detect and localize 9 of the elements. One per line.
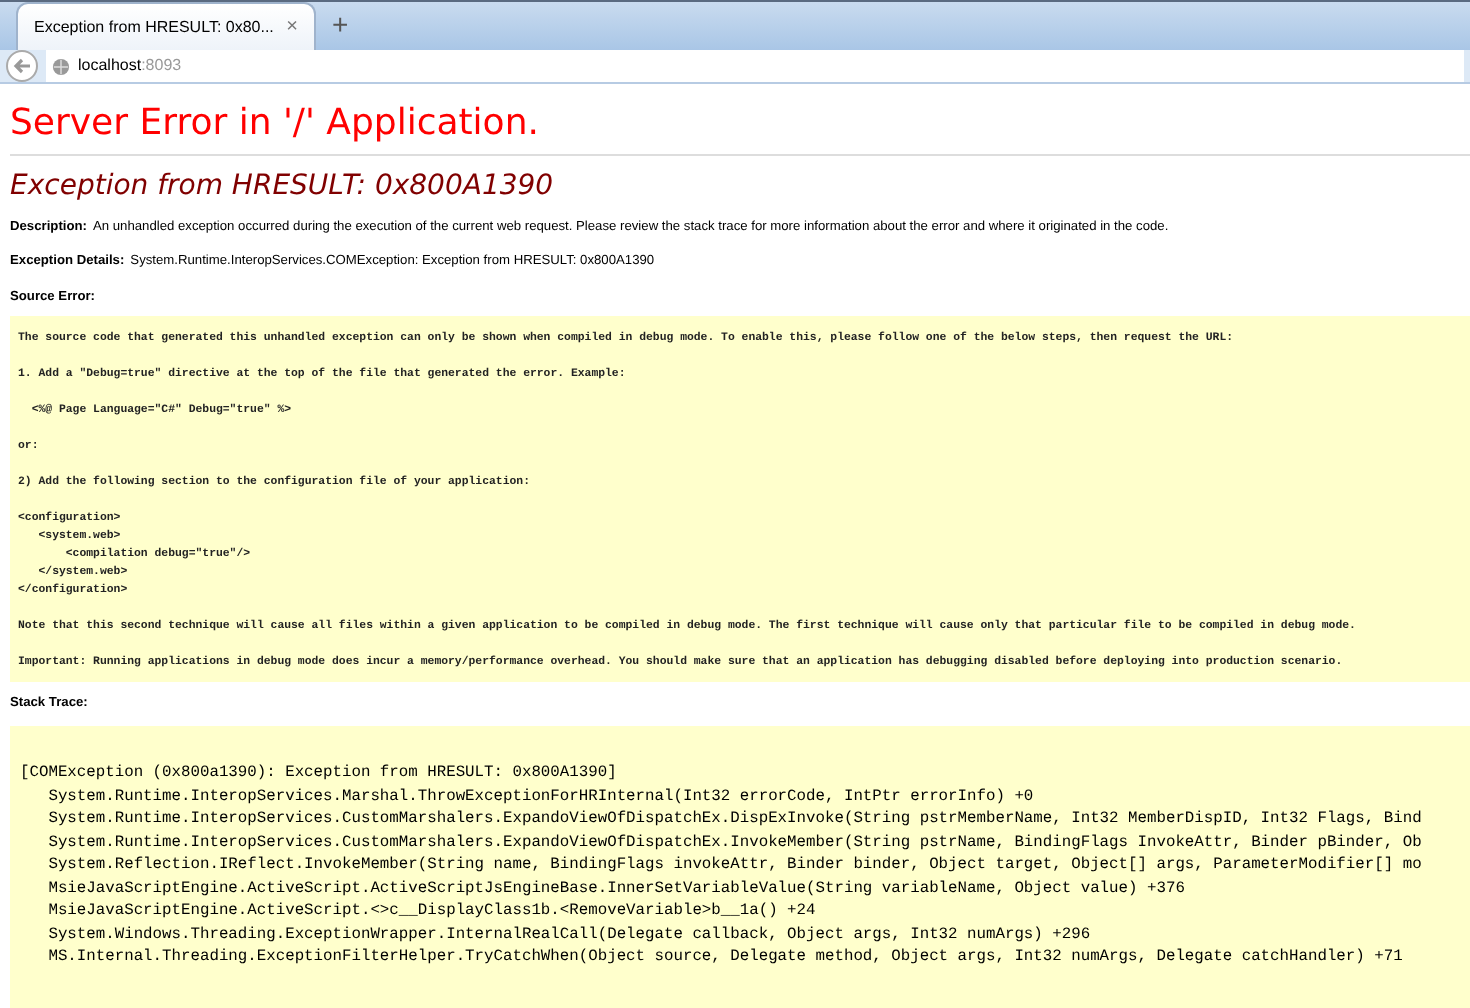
globe-icon — [52, 57, 70, 75]
new-tab-button[interactable]: + — [324, 10, 357, 38]
exception-heading: Exception from HRESULT: 0x800A1390 — [10, 170, 554, 204]
back-arrow-icon — [12, 56, 32, 76]
page-title: Server Error in '/' Application. — [10, 102, 539, 146]
url-field[interactable]: localhost:8093 — [46, 50, 1464, 82]
back-button[interactable] — [6, 50, 38, 82]
browser-tab[interactable]: Exception from HRESULT: 0x80... × — [16, 2, 316, 50]
close-tab-button[interactable]: × — [286, 12, 298, 42]
